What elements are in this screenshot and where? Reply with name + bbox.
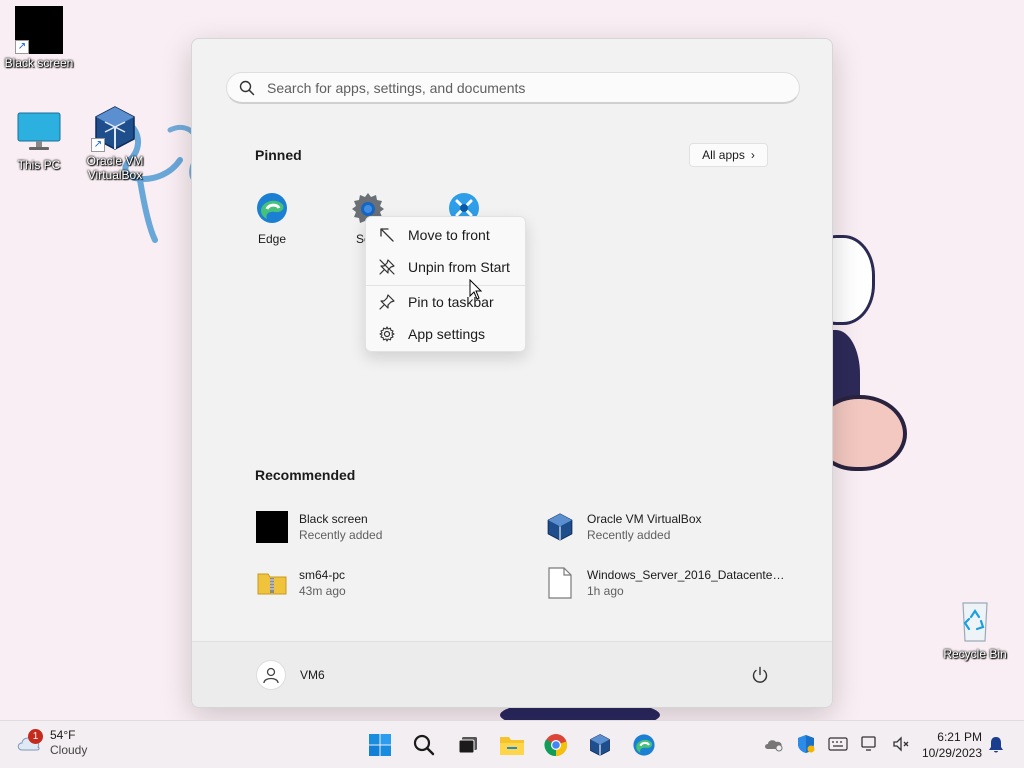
avatar <box>256 660 286 690</box>
start-icon <box>369 734 391 756</box>
weather-condition: Cloudy <box>50 743 88 757</box>
unpin-icon <box>366 259 408 275</box>
edge-icon <box>633 734 655 756</box>
all-apps-label: All apps <box>702 148 745 162</box>
search-input[interactable]: Search for apps, settings, and documents <box>226 72 800 104</box>
shortcut-arrow-icon: ↗ <box>91 138 105 152</box>
search-placeholder: Search for apps, settings, and documents <box>267 79 526 96</box>
recommended-item-name: sm64-pc <box>299 568 346 582</box>
search-icon <box>413 734 435 756</box>
context-menu-item-move-to-front[interactable]: Move to front <box>366 220 525 250</box>
edge-button[interactable] <box>624 725 664 765</box>
move-to-front-icon <box>366 227 408 243</box>
recommended-item-name: Black screen <box>299 512 368 526</box>
cloud-icon: 1 <box>16 729 43 754</box>
context-menu-item-pin-taskbar[interactable]: Pin to taskbar <box>366 287 525 317</box>
all-apps-button[interactable]: All apps › <box>689 143 768 167</box>
context-menu-item-app-settings[interactable]: App settings <box>366 319 525 349</box>
recommended-item-name: Windows_Server_2016_Datacenter_... <box>587 568 787 582</box>
desktop-icon-recycle-bin[interactable]: Recycle Bin <box>935 597 1015 661</box>
virtualbox-icon <box>543 510 577 544</box>
desktop-icon-label: Oracle VM VirtualBox <box>86 154 144 182</box>
taskbar-apps <box>360 725 664 765</box>
clock-time: 6:21 PM <box>937 730 982 744</box>
file-icon <box>543 566 577 600</box>
onedrive-icon[interactable] <box>763 733 785 755</box>
recommended-item-sub: Recently added <box>299 528 383 542</box>
monitor-icon <box>15 108 63 156</box>
shortcut-arrow-icon: ↗ <box>15 40 29 54</box>
context-menu: Move to front Unpin from Start Pin to ta… <box>365 216 526 352</box>
context-menu-item-unpin[interactable]: Unpin from Start <box>366 252 525 282</box>
clock-date: 10/29/2023 <box>921 746 982 760</box>
desktop-icon-label: Recycle Bin <box>943 647 1007 661</box>
recommended-item[interactable]: Windows_Server_2016_Datacenter_... 1h ag… <box>543 563 793 603</box>
gear-icon <box>366 326 408 342</box>
pinned-app-edge[interactable]: Edge <box>232 190 312 246</box>
taskbar-search-button[interactable] <box>404 725 444 765</box>
user-account-button[interactable]: VM6 <box>256 660 325 690</box>
recycle-bin-icon <box>951 597 999 645</box>
recommended-item-sub: 1h ago <box>587 584 624 598</box>
pin-icon <box>366 294 408 310</box>
system-tray <box>763 733 913 755</box>
taskbar-clock[interactable]: 6:21 PM 10/29/2023 <box>916 729 982 761</box>
context-menu-label: Move to front <box>408 227 490 243</box>
recommended-item-name: Oracle VM VirtualBox <box>587 512 702 526</box>
start-menu: Search for apps, settings, and documents… <box>191 38 833 708</box>
recommended-item[interactable]: sm64-pc 43m ago <box>255 563 505 603</box>
taskbar: 1 54°F Cloudy 6:21 PM 10/29/2023 <box>0 720 1024 768</box>
weather-temp: 54°F <box>50 728 76 742</box>
start-menu-footer: VM6 <box>192 641 832 707</box>
recommended-title: Recommended <box>255 467 356 483</box>
zip-folder-icon <box>255 566 289 600</box>
pinned-title: Pinned <box>255 147 302 163</box>
task-view-button[interactable] <box>448 725 488 765</box>
weather-widget[interactable]: 1 54°F Cloudy <box>16 728 87 758</box>
context-menu-separator <box>366 285 525 286</box>
task-view-icon <box>458 737 477 754</box>
black-screen-icon: ↗ <box>15 6 63 54</box>
edge-icon <box>254 190 290 226</box>
desktop-icon-virtualbox[interactable]: ↗ Oracle VM VirtualBox <box>75 104 155 182</box>
virtualbox-icon <box>590 734 610 756</box>
desktop-icon-label: This PC <box>17 158 61 172</box>
recommended-item-sub: Recently added <box>587 528 671 542</box>
virtualbox-icon: ↗ <box>91 104 139 152</box>
pinned-app-label: Edge <box>257 232 287 246</box>
power-button[interactable] <box>747 662 773 688</box>
desktop-icon-black-screen[interactable]: ↗ Black screen <box>0 6 79 70</box>
keyboard-icon[interactable] <box>827 733 849 755</box>
power-icon <box>752 666 768 683</box>
desktop-icon-this-pc[interactable]: This PC <box>0 108 79 172</box>
file-explorer-button[interactable] <box>492 725 532 765</box>
desktop-icon-label: Black screen <box>4 56 74 70</box>
context-menu-label: App settings <box>408 326 486 342</box>
mouse-cursor-icon <box>469 279 483 300</box>
recommended-item[interactable]: Black screen Recently added <box>255 507 505 547</box>
chrome-button[interactable] <box>536 725 576 765</box>
search-icon <box>227 80 267 96</box>
virtualbox-button[interactable] <box>580 725 620 765</box>
start-button[interactable] <box>360 725 400 765</box>
network-icon[interactable] <box>859 733 881 755</box>
chevron-right-icon: › <box>750 148 755 162</box>
recommended-item[interactable]: Oracle VM VirtualBox Recently added <box>543 507 793 547</box>
security-shield-icon[interactable] <box>795 733 817 755</box>
file-explorer-icon <box>500 737 524 755</box>
chrome-icon <box>544 734 568 757</box>
notification-bell-icon[interactable] <box>986 735 1006 755</box>
notification-badge: 1 <box>28 729 43 744</box>
context-menu-label: Unpin from Start <box>408 259 510 275</box>
volume-muted-icon[interactable] <box>891 733 913 755</box>
user-name: VM6 <box>300 668 325 682</box>
black-screen-icon <box>255 510 289 544</box>
recommended-item-sub: 43m ago <box>299 584 346 598</box>
